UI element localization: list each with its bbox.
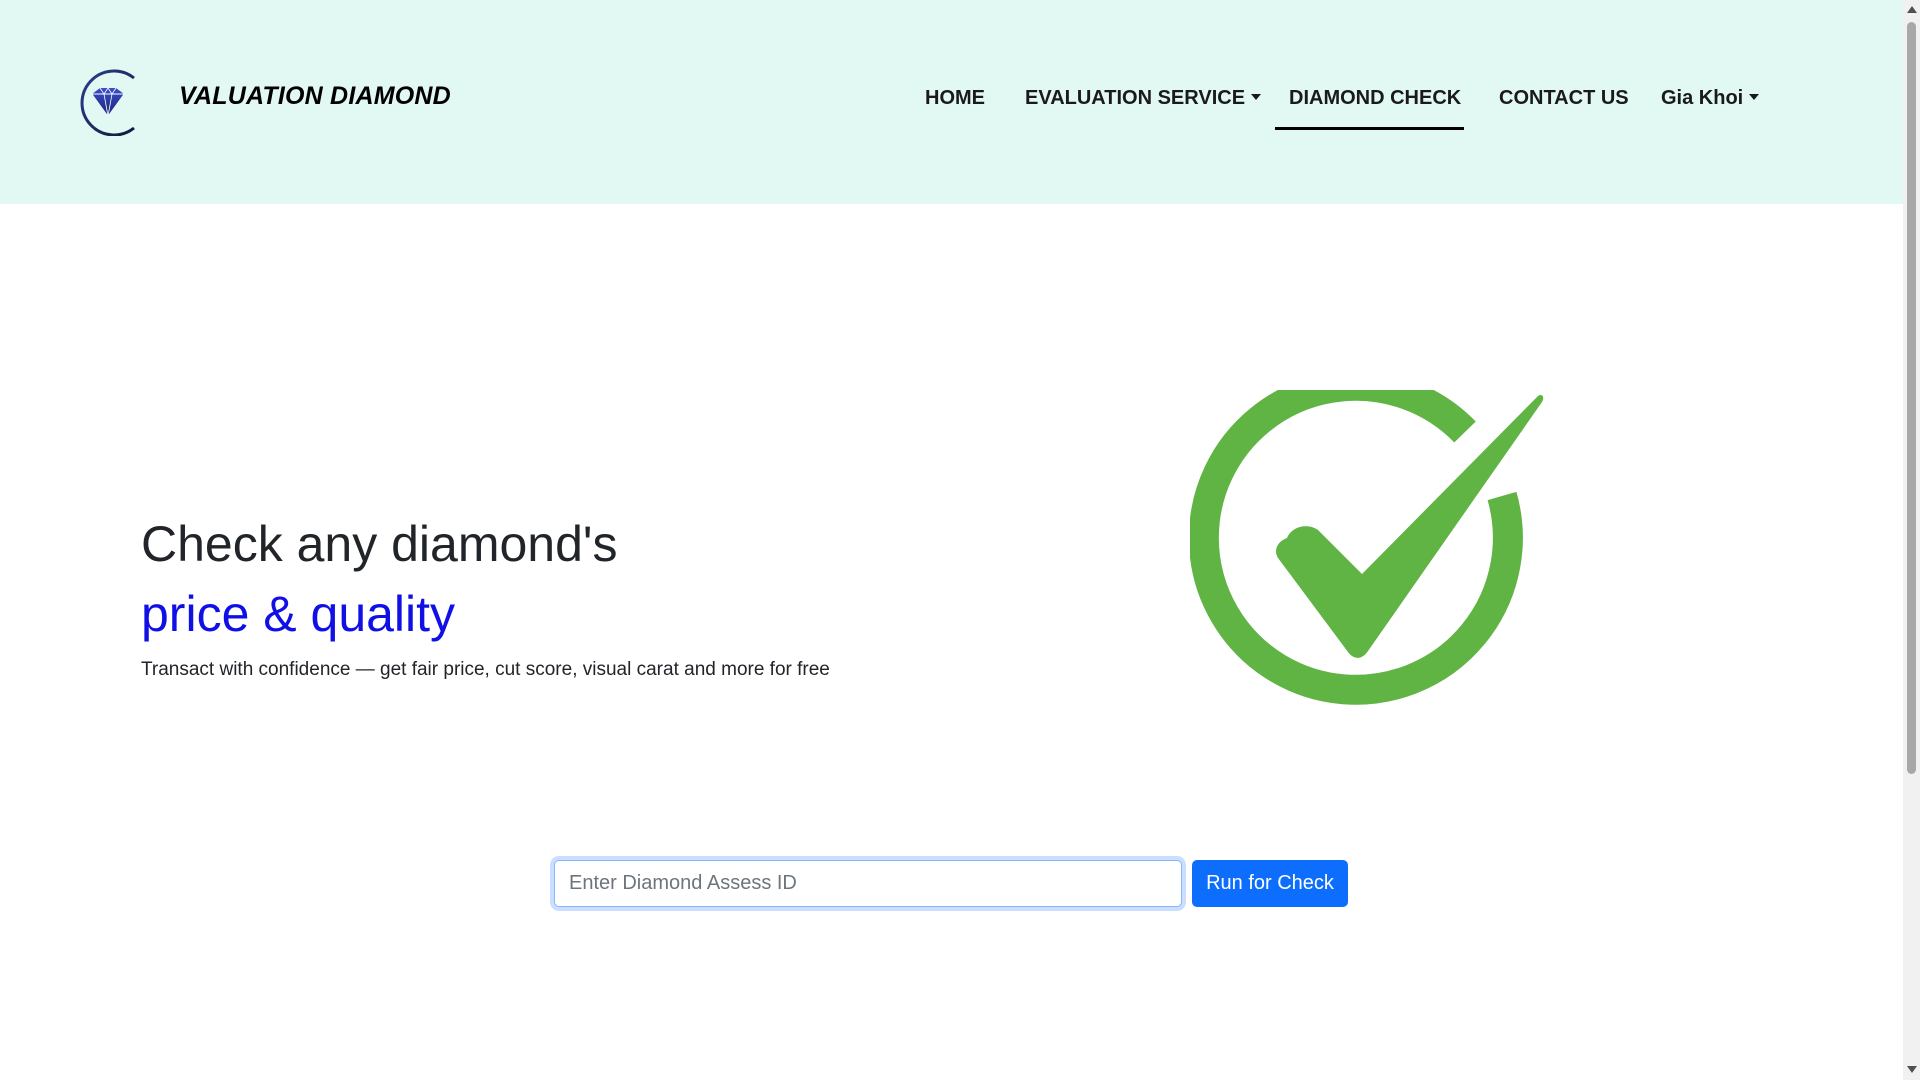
scroll-down-arrow-icon[interactable] (1907, 1066, 1917, 1073)
scroll-thumb[interactable] (1907, 22, 1916, 774)
check-circle-icon (1188, 370, 1550, 730)
nav-home[interactable]: HOME (925, 87, 985, 110)
run-check-button[interactable]: Run for Check (1192, 860, 1348, 907)
scroll-up-arrow-icon[interactable] (1907, 6, 1917, 13)
caret-down-icon (1251, 94, 1262, 100)
nav-evaluation-service[interactable]: EVALUATION SERVICE (1025, 87, 1262, 110)
vertical-scrollbar[interactable] (1903, 0, 1920, 1080)
navbar: VALUATION DIAMOND HOME EVALUATION SERVIC… (0, 0, 1903, 204)
nav-user-menu[interactable]: Gia Khoi (1661, 87, 1760, 110)
hero-title-highlight: price & quality (141, 586, 456, 642)
active-nav-indicator (1275, 127, 1464, 130)
nav-diamond-check[interactable]: DIAMOND CHECK (1289, 87, 1461, 110)
page: VALUATION DIAMOND HOME EVALUATION SERVIC… (0, 0, 1903, 1080)
diamond-logo-icon[interactable] (74, 66, 142, 137)
caret-down-icon (1749, 94, 1760, 100)
nav-contact-us[interactable]: CONTACT US (1499, 87, 1629, 110)
brand-name[interactable]: VALUATION DIAMOND (179, 82, 451, 111)
nav-evaluation-service-label: EVALUATION SERVICE (1025, 87, 1246, 109)
user-name: Gia Khoi (1661, 87, 1744, 109)
hero-title: Check any diamond's (141, 516, 618, 572)
hero-subtitle: Transact with confidence — get fair pric… (141, 659, 830, 680)
diamond-id-input[interactable] (554, 860, 1182, 907)
